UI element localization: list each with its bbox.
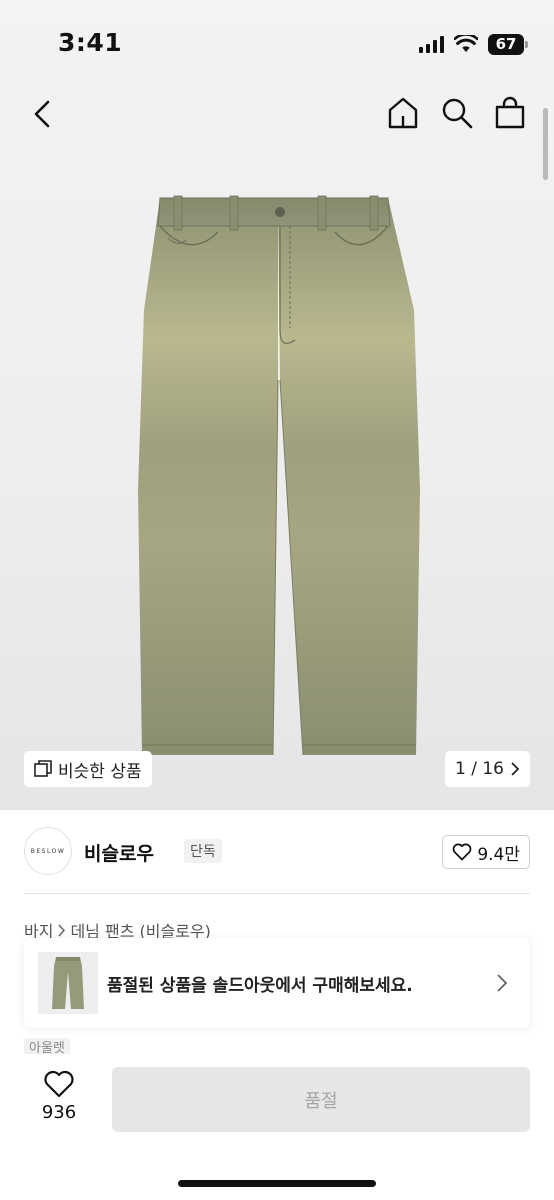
divider — [24, 893, 530, 894]
brand-like-button[interactable]: 9.4만 — [442, 835, 530, 869]
home-indicator[interactable] — [178, 1180, 376, 1187]
search-icon[interactable] — [440, 96, 474, 130]
image-page-indicator[interactable]: 1 / 16 — [445, 751, 530, 787]
wishlist-button[interactable]: 936 — [32, 1070, 86, 1123]
soldout-buy-button[interactable]: 품절 — [112, 1067, 530, 1132]
wifi-icon — [454, 35, 478, 52]
copy-icon — [34, 760, 52, 777]
brand-name[interactable]: 비슬로우 — [84, 839, 154, 866]
page-indicator-text: 1 / 16 — [455, 759, 504, 779]
scrollbar[interactable] — [543, 108, 548, 180]
status-time: 3:41 — [58, 28, 123, 57]
wishlist-count: 936 — [41, 1102, 77, 1123]
shopping-bag-icon[interactable] — [494, 96, 526, 130]
chevron-right-icon — [58, 923, 66, 937]
soldout-banner-text: 품절된 상품을 솔드아웃에서 구매해보세요. — [107, 976, 413, 996]
heart-icon — [44, 1070, 74, 1098]
brand-logo[interactable]: BESLOW — [24, 827, 72, 875]
bottom-action-bar: 936 품절 — [0, 1054, 554, 1200]
product-hero: 3:41 67 비슷한 상품 1 / 16 — [0, 0, 554, 810]
brand-row: BESLOW 비슬로우 단독 9.4만 — [24, 827, 530, 877]
chevron-left-icon[interactable] — [28, 98, 56, 130]
status-bar: 3:41 67 — [0, 0, 554, 80]
brand-like-count: 9.4만 — [477, 844, 520, 865]
top-navigation — [0, 80, 554, 144]
status-icons: 67 — [419, 30, 528, 58]
banner-product-thumbnail — [38, 952, 98, 1014]
product-image[interactable] — [130, 190, 430, 770]
cellular-signal-icon — [419, 35, 444, 53]
chevron-right-icon — [511, 762, 520, 776]
similar-products-button[interactable]: 비슷한 상품 — [24, 751, 152, 787]
exclusive-badge: 단독 — [184, 839, 222, 863]
heart-icon — [452, 843, 472, 861]
similar-products-label: 비슷한 상품 — [58, 761, 142, 782]
soldout-banner[interactable]: 품절된 상품을 솔드아웃에서 구매해보세요. — [24, 938, 530, 1028]
battery-icon: 67 — [488, 33, 528, 55]
home-icon[interactable] — [386, 96, 420, 130]
chevron-right-icon — [497, 974, 508, 992]
